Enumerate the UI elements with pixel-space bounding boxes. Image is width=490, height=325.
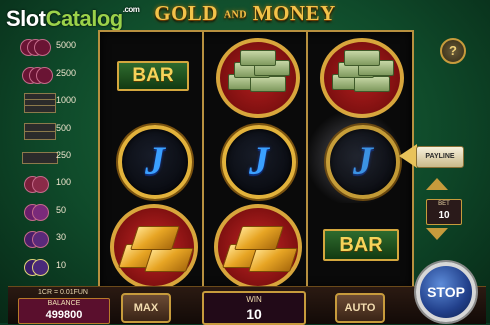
paytable-payout: 50 (56, 205, 67, 215)
triple-bar-icon (20, 93, 56, 113)
reel-window: BAR J J J BAR (98, 30, 414, 290)
payline-label: PAYLINE (416, 146, 464, 168)
single-bar-icon (20, 148, 58, 166)
bet-increase-button[interactable] (426, 178, 448, 190)
paytable-row: 50 (8, 201, 88, 223)
paytable-row: 100 (8, 173, 88, 195)
balance-display: BALANCE 499800 (18, 298, 110, 324)
reel-cell (204, 32, 306, 118)
title-word-money: MONEY (252, 1, 336, 25)
win-value: 10 (246, 306, 262, 322)
reel-cell: BAR (308, 202, 410, 287)
red-chips-small-icon (20, 66, 56, 84)
title-word-and: AND (223, 9, 247, 21)
chip-d-icon (20, 258, 56, 276)
double-bar-icon (20, 121, 56, 140)
paytable: 5000 2500 1000 500 250 100 50 30 10 (8, 30, 88, 280)
bet-label: BET (438, 201, 450, 207)
bar-symbol: BAR (117, 61, 189, 91)
gold-bars-symbol (110, 204, 198, 290)
paytable-payout: 100 (56, 177, 72, 187)
j-symbol: J (118, 125, 192, 199)
paytable-row: 500 (8, 119, 88, 141)
paytable-row: 250 (8, 146, 88, 168)
game-title-logo: GOLD AND MONEY (0, 1, 490, 26)
bet-decrease-button[interactable] (426, 228, 448, 240)
chip-a-icon (20, 175, 56, 193)
reel-cell: BAR (100, 32, 202, 117)
win-display: WIN 10 (202, 291, 306, 325)
balance-label: BALANCE (47, 300, 81, 307)
chip-c-icon (20, 230, 56, 248)
paytable-row: 2500 (8, 64, 88, 86)
bet-value: 10 (438, 210, 450, 221)
j-letter: J (353, 138, 373, 183)
credit-rate-text: 1CR = 0.01FUN (38, 289, 88, 296)
red-chips-icon (20, 38, 56, 56)
j-letter: J (249, 138, 269, 183)
stop-button[interactable]: STOP (416, 262, 476, 322)
paytable-row: 10 (8, 256, 88, 278)
money-stack-symbol (216, 38, 300, 118)
reel-cell: J (100, 117, 202, 202)
game-screen: SlotCatalog.com GOLD AND MONEY 5000 2500 (0, 0, 490, 325)
title-word-gold: GOLD (154, 1, 219, 25)
bet-display: BET 10 (426, 199, 462, 225)
credits-panel: 1CR = 0.01FUN BALANCE 499800 (18, 289, 110, 324)
bar-symbol: BAR (323, 229, 399, 261)
paytable-payout: 30 (56, 232, 67, 242)
paytable-payout: 2500 (56, 68, 77, 78)
reel-cell (204, 202, 306, 290)
paytable-row: 1000 (8, 91, 88, 113)
autoplay-button[interactable]: AUTO (335, 293, 385, 323)
balance-value: 499800 (45, 309, 83, 321)
paytable-payout: 5000 (56, 40, 77, 50)
paytable-payout: 1000 (56, 95, 77, 105)
paytable-row: 30 (8, 228, 88, 250)
paytable-payout: 250 (56, 150, 72, 160)
j-letter: J (145, 138, 165, 183)
j-symbol: J (326, 125, 400, 199)
j-symbol: J (222, 125, 296, 199)
gold-bars-symbol (214, 204, 302, 290)
money-stack-symbol (320, 38, 404, 118)
reel-cell (100, 202, 202, 290)
paytable-payout: 10 (56, 260, 67, 270)
paytable-payout: 500 (56, 123, 72, 133)
paytable-row: 5000 (8, 36, 88, 58)
help-button[interactable]: ? (440, 38, 466, 64)
bottom-control-bar: 1CR = 0.01FUN BALANCE 499800 MAX WIN 10 … (8, 286, 486, 325)
reel-cell (308, 32, 410, 118)
max-bet-button[interactable]: MAX (121, 293, 171, 323)
reel-cell: J (302, 113, 410, 203)
win-label: WIN (246, 295, 262, 304)
chip-b-icon (20, 203, 56, 221)
reel-cell: J (204, 117, 306, 202)
